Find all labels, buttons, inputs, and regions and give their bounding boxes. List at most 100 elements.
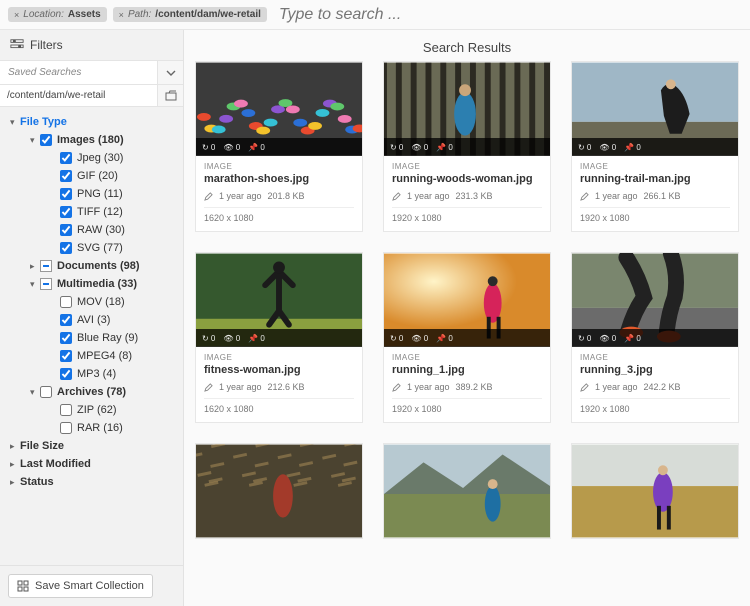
path-input[interactable] xyxy=(0,85,157,106)
chevron-icon[interactable]: ▸ xyxy=(10,477,20,488)
filter-node-archives[interactable]: ▾Archives (78) xyxy=(4,383,179,401)
filter-checkbox[interactable] xyxy=(60,314,72,326)
asset-thumbnail[interactable] xyxy=(384,444,550,538)
asset-thumbnail[interactable]: ↻ 0👁 0📌 0 xyxy=(196,62,362,156)
chevron-icon[interactable]: ▾ xyxy=(30,135,40,146)
asset-card[interactable]: ↻ 0👁 0📌 0IMAGErunning-woods-woman.jpg1 y… xyxy=(383,61,551,232)
filter-node-avi[interactable]: AVI (3) xyxy=(4,311,179,329)
asset-filename: running-trail-man.jpg xyxy=(580,173,730,185)
overlay-pin: 📌 0 xyxy=(624,334,641,343)
filter-checkbox[interactable] xyxy=(40,134,52,146)
asset-card[interactable]: ↻ 0👁 0📌 0IMAGErunning_3.jpg1 year ago242… xyxy=(571,252,739,423)
asset-meta: 1 year ago389.2 KB xyxy=(392,382,542,392)
filter-checkbox[interactable] xyxy=(60,188,72,200)
chevron-icon[interactable]: ▸ xyxy=(10,441,20,452)
filter-node-mov[interactable]: MOV (18) xyxy=(4,293,179,311)
asset-card[interactable]: IMAGE xyxy=(571,443,739,539)
filter-label: SVG (77) xyxy=(77,242,123,254)
asset-size: 266.1 KB xyxy=(644,191,681,201)
filter-node-rar[interactable]: RAR (16) xyxy=(4,419,179,437)
asset-thumbnail[interactable] xyxy=(196,444,362,538)
filter-node-multimedia[interactable]: ▾Multimedia (33) xyxy=(4,275,179,293)
pencil-icon xyxy=(204,383,213,392)
close-icon[interactable]: × xyxy=(119,10,124,20)
search-input[interactable] xyxy=(273,4,742,26)
filter-node-filesize[interactable]: ▸File Size xyxy=(4,437,179,455)
filter-checkbox[interactable] xyxy=(60,224,72,236)
filter-label: TIFF (12) xyxy=(77,206,123,218)
filter-label: Blue Ray (9) xyxy=(77,332,138,344)
filter-node-jpeg[interactable]: Jpeg (30) xyxy=(4,149,179,167)
filter-label: RAR (16) xyxy=(77,422,123,434)
chevron-icon[interactable]: ▾ xyxy=(30,387,40,398)
filter-node-zip[interactable]: ZIP (62) xyxy=(4,401,179,419)
asset-thumbnail[interactable]: ↻ 0👁 0📌 0 xyxy=(196,253,362,347)
asset-thumbnail[interactable] xyxy=(572,444,738,538)
asset-size: 389.2 KB xyxy=(456,382,493,392)
filter-checkbox[interactable] xyxy=(60,422,72,434)
close-icon[interactable]: × xyxy=(14,10,19,20)
chevron-icon[interactable]: ▾ xyxy=(10,117,20,128)
filter-node-png[interactable]: PNG (11) xyxy=(4,185,179,203)
saved-searches-dropdown[interactable] xyxy=(157,61,183,84)
filter-node-gif[interactable]: GIF (20) xyxy=(4,167,179,185)
filter-label: MPEG4 (8) xyxy=(77,350,132,362)
overlay-views: 👁 0 xyxy=(411,334,428,343)
asset-card[interactable]: ↻ 0👁 0📌 0IMAGEmarathon-shoes.jpg1 year a… xyxy=(195,61,363,232)
filter-checkbox[interactable] xyxy=(60,296,72,308)
filter-node-tiff[interactable]: TIFF (12) xyxy=(4,203,179,221)
filter-chip-location[interactable]: × Location: Assets xyxy=(8,7,107,22)
asset-thumbnail[interactable]: ↻ 0👁 0📌 0 xyxy=(384,253,550,347)
filter-checkbox[interactable] xyxy=(60,368,72,380)
asset-overlay: ↻ 0👁 0📌 0 xyxy=(196,138,362,156)
filter-node-images[interactable]: ▾Images (180) xyxy=(4,131,179,149)
asset-thumbnail[interactable]: ↻ 0👁 0📌 0 xyxy=(572,253,738,347)
filter-chip-path[interactable]: × Path: /content/dam/we-retail xyxy=(113,7,267,22)
filter-node-bluray[interactable]: Blue Ray (9) xyxy=(4,329,179,347)
chevron-icon[interactable]: ▾ xyxy=(30,279,40,290)
asset-filename: running-woods-woman.jpg xyxy=(392,173,542,185)
filter-label: MOV (18) xyxy=(77,296,125,308)
saved-searches-label: Saved Searches xyxy=(0,61,157,84)
asset-card[interactable]: ↻ 0👁 0📌 0IMAGErunning-trail-man.jpg1 yea… xyxy=(571,61,739,232)
filter-node-status[interactable]: ▸Status xyxy=(4,473,179,491)
filter-checkbox[interactable] xyxy=(40,260,52,272)
filter-checkbox[interactable] xyxy=(60,206,72,218)
chevron-icon[interactable]: ▸ xyxy=(10,459,20,470)
chevron-down-icon xyxy=(166,68,176,78)
overlay-refresh: ↻ 0 xyxy=(202,143,215,152)
chevron-icon[interactable]: ▸ xyxy=(30,261,40,272)
asset-thumbnail[interactable]: ↻ 0👁 0📌 0 xyxy=(572,62,738,156)
overlay-views: 👁 0 xyxy=(599,334,616,343)
asset-type-label: IMAGE xyxy=(204,162,354,171)
chip-label: Location: xyxy=(23,9,64,20)
save-smart-collection-button[interactable]: Save Smart Collection xyxy=(8,574,153,598)
filter-checkbox[interactable] xyxy=(60,350,72,362)
filter-node-filetype[interactable]: ▾File Type xyxy=(4,113,179,131)
filter-node-documents[interactable]: ▸Documents (98) xyxy=(4,257,179,275)
asset-card[interactable]: ↻ 0👁 0📌 0IMAGErunning_1.jpg1 year ago389… xyxy=(383,252,551,423)
asset-card[interactable]: IMAGE xyxy=(383,443,551,539)
asset-card[interactable]: ↻ 0👁 0📌 0IMAGEfitness-woman.jpg1 year ag… xyxy=(195,252,363,423)
filter-node-mp3[interactable]: MP3 (4) xyxy=(4,365,179,383)
asset-overlay: ↻ 0👁 0📌 0 xyxy=(572,329,738,347)
asset-thumbnail[interactable]: ↻ 0👁 0📌 0 xyxy=(384,62,550,156)
overlay-pin: 📌 0 xyxy=(436,334,453,343)
filter-checkbox[interactable] xyxy=(60,404,72,416)
filter-node-lastmodified[interactable]: ▸Last Modified xyxy=(4,455,179,473)
chip-value: Assets xyxy=(68,9,101,20)
asset-card[interactable]: IMAGE xyxy=(195,443,363,539)
grid-icon xyxy=(17,580,29,592)
filter-checkbox[interactable] xyxy=(60,152,72,164)
filter-node-svg[interactable]: SVG (77) xyxy=(4,239,179,257)
filter-node-raw[interactable]: RAW (30) xyxy=(4,221,179,239)
filter-checkbox[interactable] xyxy=(40,278,52,290)
asset-overlay: ↻ 0👁 0📌 0 xyxy=(384,329,550,347)
path-picker-button[interactable] xyxy=(157,85,183,106)
filter-checkbox[interactable] xyxy=(40,386,52,398)
filter-checkbox[interactable] xyxy=(60,332,72,344)
filter-label: GIF (20) xyxy=(77,170,118,182)
filter-checkbox[interactable] xyxy=(60,170,72,182)
filter-node-mpeg4[interactable]: MPEG4 (8) xyxy=(4,347,179,365)
filter-checkbox[interactable] xyxy=(60,242,72,254)
